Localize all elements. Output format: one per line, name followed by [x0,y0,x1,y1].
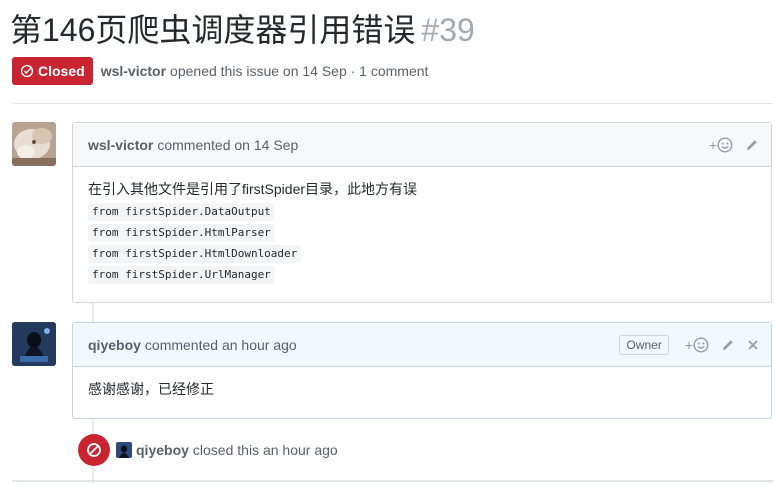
smiley-icon [693,337,709,353]
event-actor-link[interactable]: qiyeboy [136,442,189,458]
comment-body: 在引入其他文件是引用了firstSpider目录，此地方有误 from firs… [73,167,771,298]
comment-author-link[interactable]: qiyeboy [88,337,141,353]
issue-number: #39 [421,12,475,48]
header-divider [12,103,773,104]
add-reaction-button[interactable]: + [685,337,709,353]
issue-closed-icon [20,64,34,78]
issue-author-link[interactable]: wsl-victor [101,63,166,79]
delete-comment-button[interactable] [747,339,759,351]
comment-author-link[interactable]: wsl-victor [88,137,153,153]
closed-event-badge [78,434,110,466]
edit-comment-button[interactable] [745,138,759,152]
closed-event: qiyeboy closed this an hour ago [78,434,338,466]
issue-title: 第146页爬虫调度器引用错误 #39 [10,10,475,50]
comment-header: qiyeboy commented an hour ago Owner + [73,323,771,367]
comment-body: 感谢感谢，已经修正 [73,367,771,414]
comment: wsl-victor commented on 14 Sep + 在引入其他文件… [72,122,772,303]
avatar[interactable] [12,322,56,366]
code-line: from firstSpider.UrlManager [88,266,275,284]
comment-meta: commented on 14 Sep [157,136,299,153]
event-text: closed this an hour ago [192,442,338,458]
reaction-plus-label: + [684,337,693,353]
reaction-plus-label: + [708,137,717,153]
close-icon [748,340,758,350]
pencil-icon [723,340,733,350]
avatar[interactable] [12,122,56,166]
comment-actions: + [697,123,759,167]
comment-text: 感谢感谢，已经修正 [88,381,214,397]
smiley-icon [717,137,733,153]
comment-text: 在引入其他文件是引用了firstSpider目录，此地方有误 [88,181,418,197]
add-reaction-button[interactable]: + [709,137,733,153]
owner-label: Owner [619,335,669,355]
edit-comment-button[interactable] [721,338,735,352]
pencil-icon [747,140,757,150]
timeline-bottom-rule [12,480,773,482]
issue-opened-text: opened this issue on 14 Sep · 1 comment [170,63,429,79]
comment-header: wsl-victor commented on 14 Sep + [73,123,771,167]
comment-actions: Owner + [619,323,759,367]
circle-slash-icon [87,443,101,457]
state-label: Closed [38,63,85,79]
comment-meta: commented an hour ago [144,336,297,353]
comment: qiyeboy commented an hour ago Owner + 感谢… [72,322,772,419]
avatar[interactable] [116,442,132,458]
code-line: from firstSpider.DataOutput [88,203,275,221]
code-line: from firstSpider.HtmlDownloader [88,245,302,263]
code-line: from firstSpider.HtmlParser [88,224,275,242]
issue-meta: Closed wsl-victor opened this issue on 1… [12,57,428,85]
state-badge: Closed [12,57,93,85]
issue-title-text: 第146页爬虫调度器引用错误 [10,12,416,48]
